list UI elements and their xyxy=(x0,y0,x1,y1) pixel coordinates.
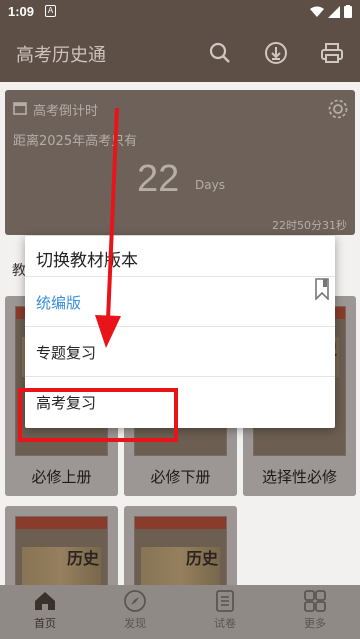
nav-discover[interactable]: 发现 xyxy=(90,589,180,631)
nav-more[interactable]: 更多 xyxy=(270,589,360,631)
book-cover: 历史 xyxy=(15,516,108,596)
nav-home-label: 首页 xyxy=(34,617,56,630)
countdown-card: 高考倒计时 距离2025年高考只有 22 Days 22时50分31秒 xyxy=(5,90,355,235)
signal-icon xyxy=(328,5,340,18)
app-bar: 高考历史通 xyxy=(0,24,360,82)
download-icon[interactable] xyxy=(264,41,288,65)
days-unit: Days xyxy=(195,178,225,192)
book-caption: 必修下册 xyxy=(124,458,237,496)
search-icon[interactable] xyxy=(208,41,232,65)
option-tongbian[interactable]: 统编版 xyxy=(25,276,335,326)
nav-more-label: 更多 xyxy=(304,617,326,630)
nav-papers-label: 试卷 xyxy=(214,617,236,630)
nav-home[interactable]: 首页 xyxy=(0,589,90,631)
option-topic-review[interactable]: 专题复习 xyxy=(25,326,335,376)
bottom-nav: 首页 发现 试卷 更多 xyxy=(0,585,360,639)
remaining-time: 22时50分31秒 xyxy=(272,219,347,232)
countdown-label: 高考倒计时 xyxy=(33,104,99,119)
app-title: 高考历史通 xyxy=(16,45,106,66)
battery-icon xyxy=(344,5,352,18)
calendar-icon xyxy=(13,102,27,115)
nav-papers[interactable]: 试卷 xyxy=(180,589,270,631)
book-caption: 选择性必修 xyxy=(243,458,356,496)
notification-icon: A xyxy=(45,5,56,17)
status-bar: 1:09 A xyxy=(0,0,360,24)
wifi-icon xyxy=(310,6,324,17)
section-label: 教 xyxy=(12,263,26,279)
grid-icon xyxy=(304,590,326,612)
option-label: 统编版 xyxy=(36,294,82,312)
printer-icon[interactable] xyxy=(320,41,344,65)
book-card[interactable]: 历史 xyxy=(5,506,118,596)
countdown-subtitle: 距离2025年高考只有 xyxy=(13,134,138,149)
book-card[interactable]: 历史 xyxy=(124,506,237,596)
book-cover: 历史 xyxy=(134,516,227,596)
system-icons xyxy=(310,5,352,18)
book-caption: 必修上册 xyxy=(5,458,118,496)
document-icon xyxy=(216,590,234,612)
annotation-highlight-box xyxy=(18,388,178,442)
nav-discover-label: 发现 xyxy=(124,617,146,630)
days-number: 22 xyxy=(137,158,180,200)
option-label: 专题复习 xyxy=(36,344,97,362)
settings-icon[interactable] xyxy=(327,98,349,120)
status-time: 1:09 xyxy=(8,4,35,19)
dialog-title: 切换教材版本 xyxy=(36,251,138,271)
compass-icon xyxy=(124,590,146,612)
home-icon xyxy=(35,592,55,610)
